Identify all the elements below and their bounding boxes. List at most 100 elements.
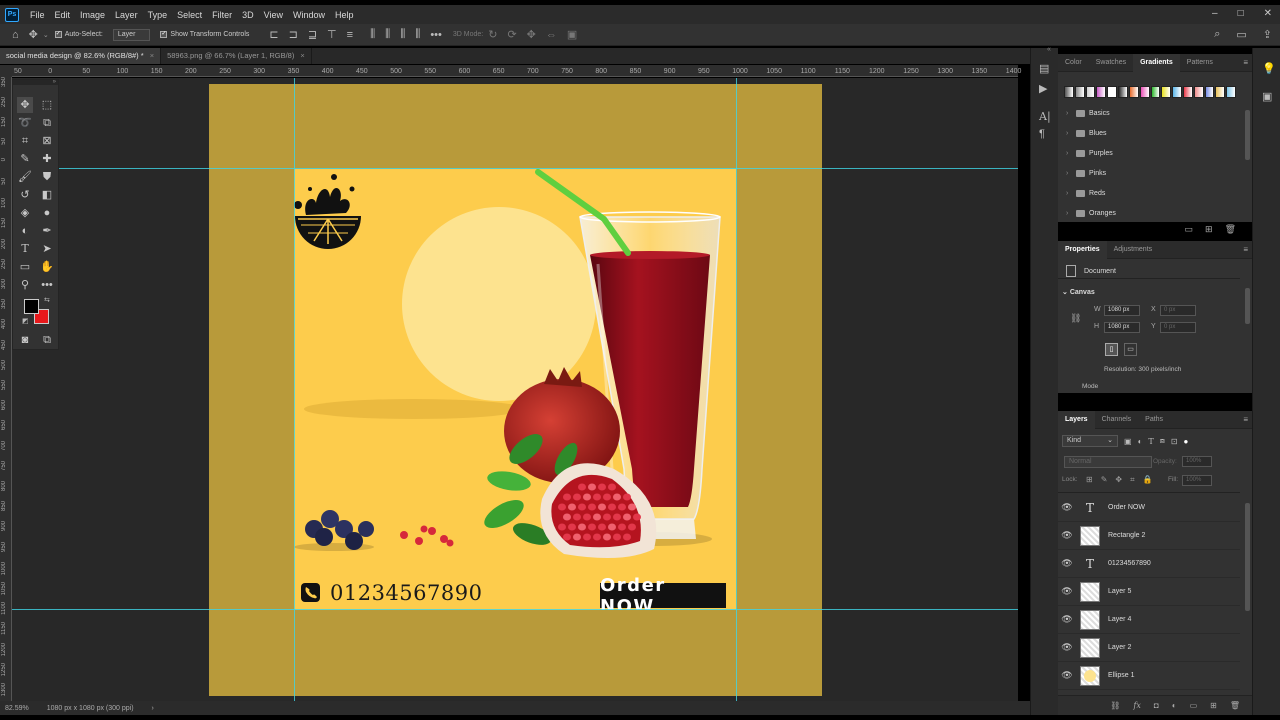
height-field[interactable]: 1080 px: [1104, 322, 1140, 333]
width-field[interactable]: 1080 px: [1104, 305, 1140, 316]
new-fill-adjustment-icon[interactable]: ◐: [1172, 701, 1177, 710]
gradient-preset-swatch[interactable]: [1139, 86, 1150, 98]
layer-row[interactable]: 👁 Ellipse 1: [1058, 662, 1240, 690]
panel-tab-layers[interactable]: Layers: [1058, 410, 1095, 429]
crop-tool-icon[interactable]: ⌗: [17, 133, 33, 149]
document-tab[interactable]: 58963.png @ 66.7% (Layer 1, RGB/8) ×: [161, 48, 312, 64]
lock-position-icon[interactable]: ✥: [1115, 475, 1122, 485]
layer-effects-icon[interactable]: fx: [1133, 701, 1140, 710]
search-icon[interactable]: ⌕: [1214, 28, 1220, 41]
menu-layer[interactable]: Layer: [110, 10, 143, 20]
order-now-button[interactable]: Order NOW: [600, 575, 726, 610]
history-panel-icon[interactable]: ▤: [1039, 62, 1049, 75]
gradient-folder-purples[interactable]: › Purples: [1066, 146, 1113, 160]
folder-expand-chevron-icon[interactable]: ›: [1066, 150, 1072, 157]
filter-adjustment-icon[interactable]: ◐: [1138, 437, 1143, 446]
photoshop-logo[interactable]: Ps: [5, 7, 19, 22]
menu-image[interactable]: Image: [75, 10, 110, 20]
more-tools-icon[interactable]: •••: [39, 277, 55, 293]
frame-tool-icon[interactable]: ⊠: [39, 133, 55, 149]
layer-visibility-eye-icon[interactable]: 👁: [1058, 558, 1076, 569]
panel-tab-gradients[interactable]: Gradients: [1133, 53, 1180, 72]
lock-artboard-icon[interactable]: ⌗: [1130, 475, 1135, 485]
show-transform-controls-checkbox[interactable]: ✓ Show Transform Controls: [160, 31, 249, 38]
menu-select[interactable]: Select: [172, 10, 207, 20]
menu-3d[interactable]: 3D: [237, 10, 259, 20]
lock-image-icon[interactable]: ✎: [1101, 475, 1108, 485]
landscape-orientation-icon[interactable]: ▭: [1124, 343, 1137, 356]
layer-visibility-eye-icon[interactable]: 👁: [1058, 502, 1076, 513]
filter-shape-icon[interactable]: ⧈: [1160, 436, 1165, 446]
folder-expand-chevron-icon[interactable]: ›: [1066, 130, 1072, 137]
gradient-preset-swatch[interactable]: [1085, 86, 1096, 98]
folder-expand-chevron-icon[interactable]: ›: [1066, 190, 1072, 197]
gradient-preset-swatch[interactable]: [1172, 86, 1182, 98]
layers-panel-menu-icon[interactable]: ≡: [1243, 415, 1248, 424]
swap-colors-icon[interactable]: ⇆: [44, 296, 50, 304]
guide-horizontal-top[interactable]: [12, 168, 1018, 169]
link-dimensions-icon[interactable]: ⛓: [1070, 313, 1081, 324]
gradient-preset-swatch[interactable]: [1107, 86, 1118, 98]
auto-select-checkbox[interactable]: ✓ Auto-Select:: [54, 31, 103, 38]
quick-mask-icon[interactable]: ◙: [17, 332, 33, 348]
foreground-color-swatch[interactable]: [24, 299, 39, 314]
align-center-icon[interactable]: ⊐: [289, 28, 298, 41]
gradients-panel-menu-icon[interactable]: ≡: [1243, 58, 1248, 67]
minimize-button[interactable]: –: [1212, 8, 1218, 19]
gradient-preset-swatch[interactable]: [1215, 86, 1226, 98]
default-colors-icon[interactable]: ◩: [22, 317, 29, 325]
zoom-level[interactable]: 82.59%: [5, 705, 29, 712]
layer-visibility-eye-icon[interactable]: 👁: [1058, 530, 1076, 541]
lock-transparent-icon[interactable]: ⊞: [1086, 475, 1093, 485]
gradient-preset-swatch[interactable]: [1128, 86, 1139, 98]
clone-stamp-tool-icon[interactable]: ⛊: [39, 169, 55, 185]
eraser-tool-icon[interactable]: ◧: [39, 187, 55, 203]
menu-view[interactable]: View: [259, 10, 288, 20]
properties-panel-menu-icon[interactable]: ≡: [1243, 245, 1248, 254]
panel-tab-paths[interactable]: Paths: [1138, 411, 1170, 429]
gradient-preset-swatch[interactable]: [1182, 86, 1193, 98]
filter-type-icon[interactable]: T: [1148, 437, 1153, 446]
layer-row[interactable]: 👁 T 01234567890: [1058, 550, 1240, 578]
layer-mask-icon[interactable]: ◘: [1154, 701, 1159, 710]
gradient-folder-reds[interactable]: › Reds: [1066, 186, 1105, 200]
gradient-preset-swatch[interactable]: [1161, 86, 1172, 98]
3d-slide-icon[interactable]: ⇔: [546, 29, 557, 41]
fill-field[interactable]: 100%: [1182, 475, 1212, 486]
guide-vertical-right[interactable]: [736, 78, 737, 701]
character-panel-icon[interactable]: A|: [1039, 110, 1051, 123]
layer-row[interactable]: 👁 Rectangle 2: [1058, 522, 1240, 550]
move-tool-icon[interactable]: ✥: [29, 28, 38, 41]
gradient-folder-oranges[interactable]: › Oranges: [1066, 206, 1116, 220]
portrait-orientation-icon[interactable]: ▯: [1105, 343, 1118, 356]
layer-visibility-eye-icon[interactable]: 👁: [1058, 586, 1076, 597]
new-layer-icon[interactable]: ⊞: [1210, 701, 1217, 710]
auto-select-target-dropdown[interactable]: Layer: [112, 28, 151, 41]
align-top-icon[interactable]: ⊤: [327, 28, 337, 41]
guide-horizontal-bottom[interactable]: [12, 609, 1018, 610]
paint-bucket-tool-icon[interactable]: ◈: [17, 205, 33, 221]
canvas-section-header[interactable]: ⌄ Canvas: [1062, 288, 1095, 296]
layer-visibility-eye-icon[interactable]: 👁: [1058, 642, 1076, 653]
object-selection-tool-icon[interactable]: ⧉: [39, 115, 55, 131]
blend-mode-dropdown[interactable]: Normal: [1064, 456, 1152, 468]
gradient-preset-swatch[interactable]: [1204, 86, 1215, 98]
brush-tool-icon[interactable]: 🖌: [17, 169, 33, 185]
panel-tab-patterns[interactable]: Patterns: [1180, 54, 1220, 72]
menu-filter[interactable]: Filter: [207, 10, 237, 20]
layer-visibility-eye-icon[interactable]: 👁: [1058, 614, 1076, 625]
folder-expand-chevron-icon[interactable]: ›: [1066, 110, 1072, 117]
status-info-arrow[interactable]: ›: [152, 705, 154, 712]
eyedropper-tool-icon[interactable]: ✎: [17, 151, 33, 167]
layer-row[interactable]: 👁 Layer 2: [1058, 634, 1240, 662]
menu-type[interactable]: Type: [143, 10, 173, 20]
menu-help[interactable]: Help: [330, 10, 359, 20]
folder-expand-chevron-icon[interactable]: ›: [1066, 170, 1072, 177]
gradient-folder-basics[interactable]: › Basics: [1066, 106, 1110, 120]
blur-tool-icon[interactable]: ●: [39, 205, 55, 221]
folder-expand-chevron-icon[interactable]: ›: [1066, 210, 1072, 217]
panel-tab-properties[interactable]: Properties: [1058, 240, 1107, 259]
close-tab-icon[interactable]: ×: [300, 51, 304, 60]
layer-row[interactable]: 👁 Layer 5: [1058, 578, 1240, 606]
layer-filter-kind-dropdown[interactable]: Kind ⌄: [1062, 435, 1118, 447]
